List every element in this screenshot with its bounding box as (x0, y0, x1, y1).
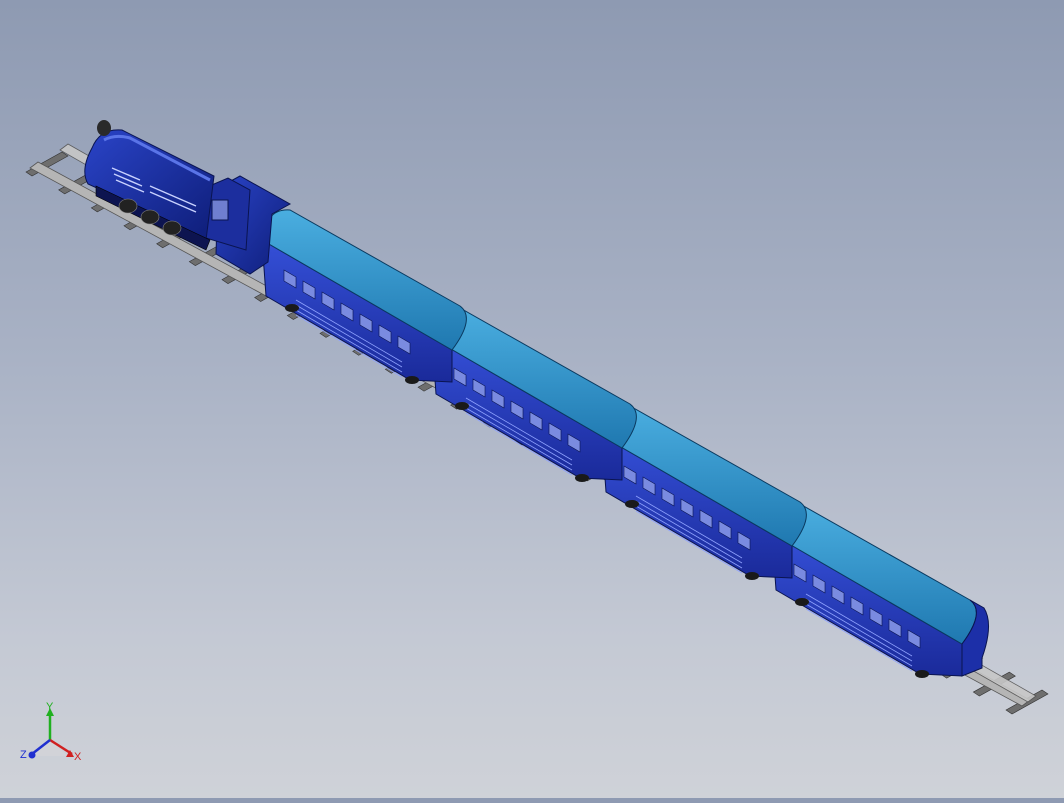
coach-bogie (745, 572, 759, 580)
cab-window (211, 199, 229, 221)
smokestack (97, 120, 111, 136)
3d-viewport[interactable]: Y Z X (0, 0, 1064, 798)
triad-y-label: Y (46, 701, 54, 713)
coach-bogie (575, 474, 589, 482)
passenger-coach (771, 503, 989, 678)
coach-bogie (455, 402, 469, 410)
coordinate-triad: Y Z X (18, 700, 88, 775)
coach-bogie (285, 304, 299, 312)
coach-bogie (405, 376, 419, 384)
coach-bogie (625, 500, 639, 508)
triad-z-label: Z (20, 749, 27, 761)
passenger-coach (261, 209, 467, 384)
coach-bogie (915, 670, 929, 678)
passenger-coaches (261, 209, 989, 678)
coach-bogie (795, 598, 809, 606)
triad-x-label: X (74, 751, 82, 763)
model-canvas (25, 120, 1049, 715)
